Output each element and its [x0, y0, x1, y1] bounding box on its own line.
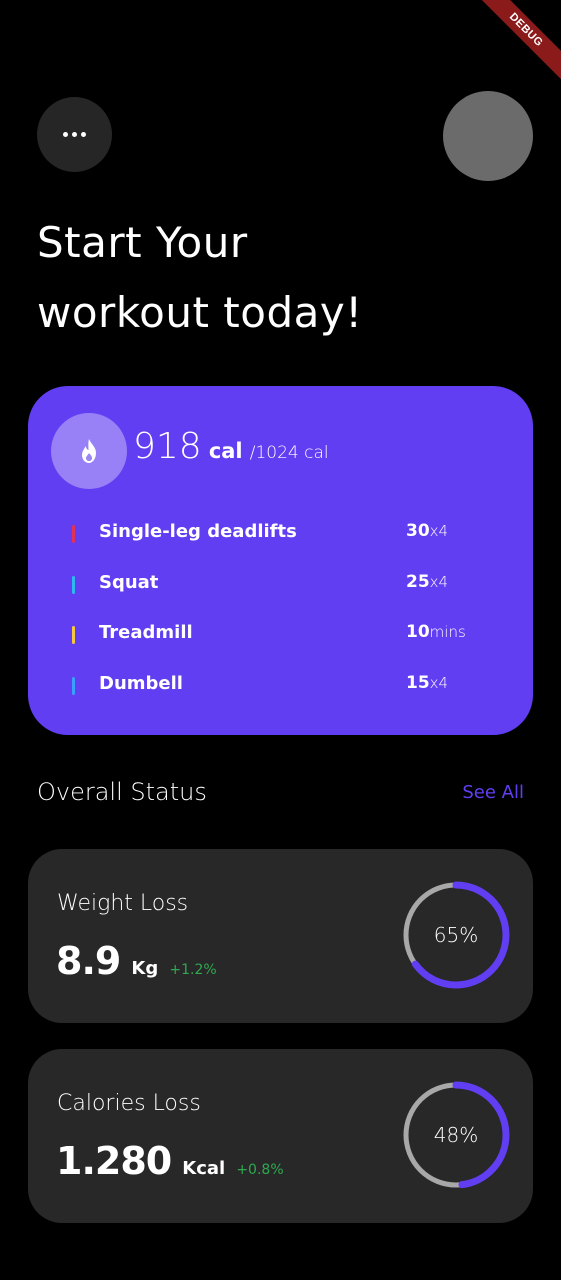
- progress-percent: 65%: [433, 923, 479, 947]
- exercise-color-bar: [72, 575, 75, 594]
- see-all-link[interactable]: See All: [462, 782, 524, 803]
- stat-delta: +0.8%: [236, 1162, 284, 1178]
- debug-banner: DEBUG: [471, 0, 561, 90]
- exercise-name: Squat: [99, 571, 159, 593]
- exercise-amount: 10mins: [406, 622, 466, 642]
- exercise-row[interactable]: Single-leg deadlifts 30x4: [72, 521, 492, 572]
- exercise-row[interactable]: Squat 25x4: [72, 572, 492, 623]
- headline-line-2: workout today!: [37, 288, 363, 337]
- page-title: Start Your workout today!: [37, 208, 363, 348]
- exercise-name: Dumbell: [99, 672, 183, 694]
- exercise-color-bar: [72, 525, 75, 543]
- exercise-row[interactable]: Treadmill 10mins: [72, 622, 492, 673]
- exercise-color-bar: [72, 626, 75, 644]
- exercise-amount: 25x4: [406, 571, 449, 592]
- calories-unit: cal: [208, 439, 243, 463]
- avatar[interactable]: [443, 91, 533, 181]
- weight-loss-card[interactable]: Weight Loss 8.9 Kg +1.2% 65%: [28, 849, 533, 1023]
- exercise-color-bar: [72, 676, 75, 695]
- overall-status-title: Overall Status: [37, 778, 207, 806]
- stat-delta: +1.2%: [169, 962, 217, 978]
- calories-value: 918: [133, 426, 202, 467]
- calories-goal: /1024 cal: [249, 443, 329, 463]
- headline-line-1: Start Your: [37, 218, 248, 267]
- workout-card[interactable]: 918 cal /1024 cal Single-leg deadlifts 3…: [28, 386, 533, 735]
- exercise-name: Single-leg deadlifts: [99, 521, 297, 542]
- exercise-amount: 15x4: [406, 672, 449, 693]
- calorie-summary: 918 cal /1024 cal: [133, 426, 329, 467]
- progress-percent: 48%: [433, 1123, 479, 1147]
- stat-value: 8.9: [56, 939, 121, 983]
- exercise-list: Single-leg deadlifts 30x4 Squat 25x4 Tre…: [72, 521, 492, 723]
- stat-unit: Kcal: [182, 1158, 226, 1179]
- exercise-name: Treadmill: [99, 622, 193, 643]
- stat-value-line: 8.9 Kg +1.2%: [56, 939, 217, 983]
- debug-banner-label: DEBUG: [472, 0, 561, 84]
- flame-badge: [51, 413, 127, 489]
- flame-icon: [82, 439, 96, 463]
- more-horizontal-icon: [63, 132, 68, 137]
- stat-title: Weight Loss: [57, 891, 189, 916]
- exercise-row[interactable]: Dumbell 15x4: [72, 673, 492, 724]
- stat-value-line: 1.280 Kcal +0.8%: [56, 1139, 284, 1183]
- stat-title: Calories Loss: [57, 1091, 201, 1116]
- calories-loss-card[interactable]: Calories Loss 1.280 Kcal +0.8% 48%: [28, 1049, 533, 1223]
- more-menu-button[interactable]: [37, 97, 112, 172]
- stat-unit: Kg: [131, 958, 159, 979]
- exercise-amount: 30x4: [406, 521, 449, 541]
- stat-value: 1.280: [56, 1139, 172, 1183]
